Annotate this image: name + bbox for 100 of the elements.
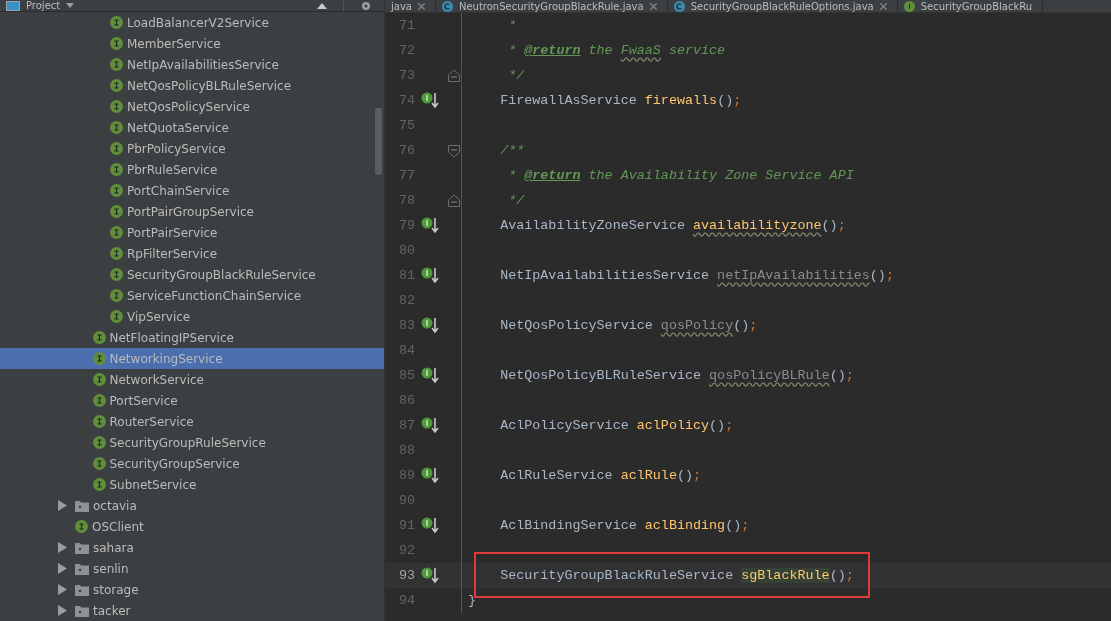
fold-start-icon[interactable] — [448, 142, 460, 159]
settings-icon[interactable] — [360, 1, 372, 10]
code-line: NetQosPolicyBLRuleService qosPolicyBLRule(); — [499, 368, 854, 383]
expand-arrow-icon[interactable] — [58, 563, 67, 574]
code-line: * — [507, 18, 517, 33]
tree-item[interactable]: sahara — [0, 537, 384, 558]
expand-arrow-icon[interactable] — [58, 605, 67, 616]
implementation-marker-icon[interactable] — [421, 367, 441, 384]
fold-end-icon[interactable] — [448, 67, 460, 84]
panel-title[interactable]: Project — [26, 0, 61, 11]
editor-tab[interactable]: SecurityGroupBlackRu — [897, 0, 1044, 12]
close-icon[interactable] — [417, 2, 425, 10]
close-icon[interactable] — [879, 2, 887, 10]
tree-item[interactable]: NetQosPolicyBLRuleService — [0, 75, 384, 96]
editor-tab[interactable]: java — [385, 0, 436, 12]
tree-item[interactable]: PbrPolicyService — [0, 138, 384, 159]
code-line: */ — [507, 68, 525, 83]
line-number: 85 — [398, 368, 417, 383]
code-line: /** — [499, 143, 525, 158]
line-number: 86 — [398, 393, 417, 408]
interface-icon — [92, 457, 106, 470]
code-line: AclPolicyService aclPolicy(); — [499, 418, 734, 433]
code-line: */ — [507, 193, 525, 208]
editor-tab[interactable]: NeutronSecurityGroupBlackRule.java — [435, 0, 668, 12]
tree-item[interactable]: VipService — [0, 306, 384, 327]
tree-item[interactable]: ServiceFunctionChainService — [0, 285, 384, 306]
tree-item[interactable]: PbrRuleService — [0, 159, 384, 180]
line-number: 80 — [398, 243, 417, 258]
line-number: 72 — [398, 43, 417, 58]
line-number: 77 — [398, 168, 417, 183]
code-line: * @return the FwaaS service — [507, 43, 726, 58]
tree-item[interactable]: RpFilterService — [0, 243, 384, 264]
dropdown-caret-icon[interactable] — [66, 3, 75, 8]
folder-icon — [75, 499, 89, 512]
tree-item[interactable]: PortPairService — [0, 222, 384, 243]
line-number: 78 — [398, 193, 417, 208]
tree-item[interactable]: NetworkService — [0, 369, 384, 390]
tree-item[interactable]: PortChainService — [0, 180, 384, 201]
code-line: } — [468, 593, 477, 608]
editor-tab[interactable]: SecurityGroupBlackRuleOptions.java — [667, 0, 898, 12]
tree-item[interactable]: octavia — [0, 495, 384, 516]
line-number: 93 — [398, 568, 417, 583]
line-number: 79 — [398, 218, 417, 233]
code-line: AvailabilityZoneService availabilityzone(); — [499, 218, 846, 233]
line-number: 92 — [398, 543, 417, 558]
implementation-marker-icon[interactable] — [421, 317, 441, 334]
interface-icon — [92, 478, 106, 491]
interface-icon — [110, 163, 123, 176]
folder-icon — [75, 604, 89, 617]
scrollbar-thumb[interactable] — [375, 108, 382, 175]
code-line: NetIpAvailabilitiesService netIpAvailabilities(); — [499, 268, 894, 283]
tree-item[interactable]: SecurityGroupRuleService — [0, 432, 384, 453]
tree-item[interactable]: SecurityGroupService — [0, 453, 384, 474]
close-icon[interactable] — [649, 2, 657, 10]
tree-item[interactable]: tacker — [0, 600, 384, 621]
interface-icon — [110, 289, 123, 302]
interface-icon — [110, 226, 123, 239]
implementation-marker-icon[interactable] — [421, 217, 441, 234]
implementation-marker-icon[interactable] — [421, 267, 441, 284]
line-number: 88 — [398, 443, 417, 458]
expand-arrow-icon[interactable] — [58, 542, 67, 553]
interface-icon — [92, 352, 106, 365]
implementation-marker-icon[interactable] — [421, 92, 441, 109]
collapse-icon[interactable] — [317, 2, 327, 9]
implementation-marker-icon[interactable] — [421, 567, 441, 584]
interface-icon — [110, 268, 123, 281]
interface-icon — [110, 16, 123, 29]
implementation-marker-icon[interactable] — [421, 467, 441, 484]
expand-arrow-icon[interactable] — [58, 584, 67, 595]
tree-item[interactable]: senlin — [0, 558, 384, 579]
tree-item[interactable]: NetIpAvailabilitiesService — [0, 54, 384, 75]
tree-item[interactable]: PortPairGroupService — [0, 201, 384, 222]
tree-item[interactable]: SecurityGroupBlackRuleService — [0, 264, 384, 285]
line-number: 76 — [398, 143, 417, 158]
interface-icon — [110, 205, 123, 218]
line-number: 87 — [398, 418, 417, 433]
tree-item[interactable]: NetQuotaService — [0, 117, 384, 138]
expand-arrow-icon[interactable] — [58, 500, 67, 511]
tree-item[interactable]: MemberService — [0, 33, 384, 54]
interface-icon — [110, 310, 123, 323]
line-number: 75 — [398, 118, 417, 133]
implementation-marker-icon[interactable] — [421, 417, 441, 434]
interface-icon — [110, 37, 123, 50]
interface-icon — [110, 184, 123, 197]
code-line: AclBindingService aclBinding(); — [499, 518, 750, 533]
tree-item[interactable]: PortService — [0, 390, 384, 411]
tree-item[interactable]: SubnetService — [0, 474, 384, 495]
implementation-marker-icon[interactable] — [421, 517, 441, 534]
code-line: SecurityGroupBlackRuleService sgBlackRule(); — [499, 568, 854, 583]
tree-item[interactable]: RouterService — [0, 411, 384, 432]
folder-icon — [75, 562, 89, 575]
tree-item[interactable]: storage — [0, 579, 384, 600]
code-line: AclRuleService aclRule(); — [499, 468, 702, 483]
fold-end-icon[interactable] — [448, 192, 460, 209]
interface-icon — [92, 394, 106, 407]
tree-item[interactable]: LoadBalancerV2Service — [0, 12, 384, 33]
tree-item[interactable]: NetQosPolicyService — [0, 96, 384, 117]
line-number: 84 — [398, 343, 417, 358]
tree-item[interactable]: OSClient — [0, 516, 384, 537]
tree-item[interactable]: NetFloatingIPService — [0, 327, 384, 348]
